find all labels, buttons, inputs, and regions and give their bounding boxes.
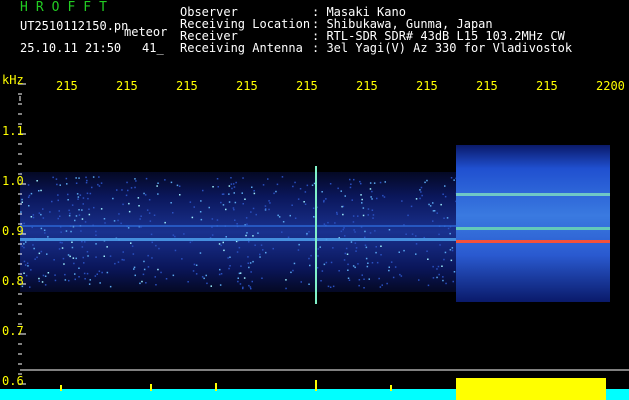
freq-label: 1.1 <box>2 124 24 138</box>
time-label: 215 <box>536 79 558 93</box>
freq-label: 1.0 <box>2 174 24 188</box>
time-label: 215 <box>296 79 318 93</box>
carrier-line <box>20 238 456 241</box>
time-label: 215 <box>356 79 378 93</box>
freq-label: 0.6 <box>2 374 24 388</box>
meteor-burst <box>456 145 610 302</box>
time-label: 215 <box>56 79 78 93</box>
info-value-antenna: : 3el Yagi(V) Az 330 for Vladivostok <box>312 41 573 55</box>
app-title: HROFFT <box>20 0 115 15</box>
spectrogram <box>0 83 629 400</box>
filename: UT2510112150.pn <box>20 19 129 33</box>
time-label: 2200 <box>596 79 625 93</box>
freq-label: 0.9 <box>2 224 24 238</box>
burst-line-red <box>456 240 610 243</box>
burst-line-mid <box>456 227 610 230</box>
carrier-sideband <box>20 225 456 227</box>
time-label: 215 <box>416 79 438 93</box>
file-extra: 41_ <box>142 41 164 55</box>
time-label: 215 <box>176 79 198 93</box>
file-label: meteor <box>124 25 168 39</box>
time-label: 215 <box>116 79 138 93</box>
freq-unit: kHz <box>2 73 24 87</box>
freq-label: 0.8 <box>2 274 24 288</box>
power-trace-yellow <box>456 378 606 400</box>
meteor-ping <box>315 166 317 304</box>
time-label: 215 <box>236 79 258 93</box>
freq-label: 0.7 <box>2 324 24 338</box>
date-time: 25.10.11 21:50 <box>20 41 122 55</box>
time-label: 215 <box>476 79 498 93</box>
info-key-antenna: Receiving Antenna <box>180 41 303 55</box>
burst-line-upper <box>456 193 610 196</box>
